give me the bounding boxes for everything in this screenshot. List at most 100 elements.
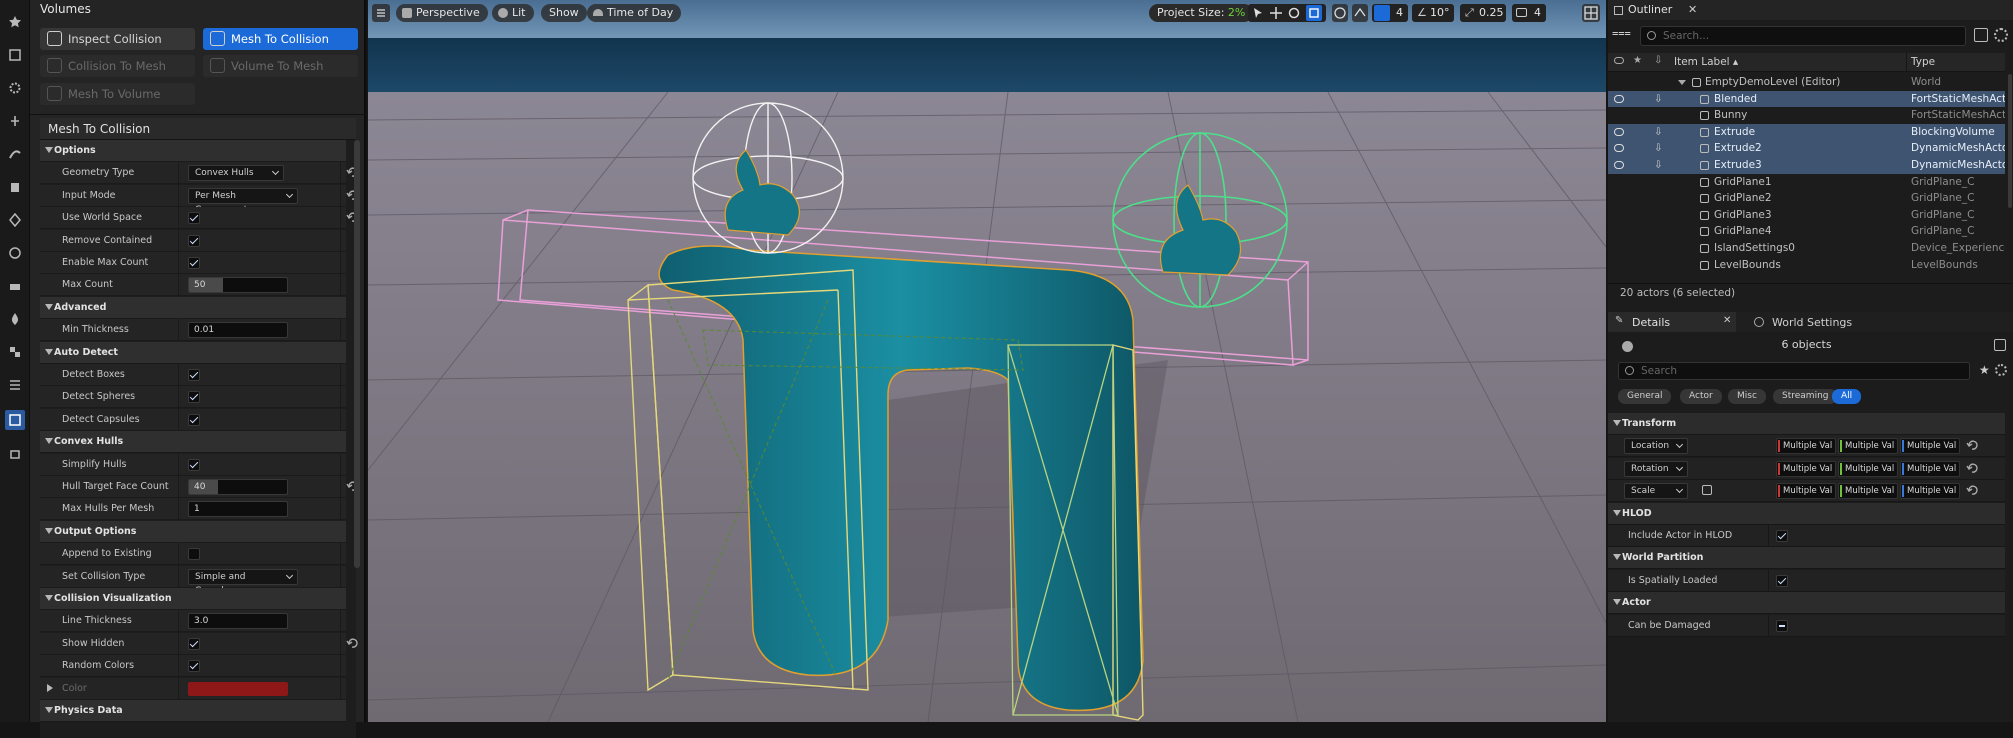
visibility-eye-icon[interactable] [1614,94,1624,103]
expand-arrow-icon[interactable] [45,527,53,534]
baking-icon[interactable] [5,309,25,329]
pin-icon[interactable]: ⇩ [1654,91,1663,108]
shape-icon[interactable] [5,210,25,230]
pin-icon[interactable]: ⇩ [1654,124,1663,141]
tool-button-inspect-collision[interactable]: Inspect Collision [40,28,195,50]
category-output-options[interactable]: Output Options [40,520,346,543]
numeric-input[interactable]: 3.0 [188,613,288,630]
outliner-row[interactable]: GridPlane4 GridPlane_C [1608,223,2005,240]
rotate-icon[interactable] [1288,7,1300,19]
viewport-menu-button[interactable] [372,4,390,22]
numeric-input[interactable]: 50 [188,277,288,294]
reset-to-default-icon[interactable] [1966,462,1979,478]
filter-icon[interactable]: ⩶ [1612,26,1634,42]
modeling-gear-icon[interactable] [5,78,25,98]
checker-icon[interactable] [5,342,25,362]
color-swatch[interactable] [188,681,288,696]
uv-icon[interactable] [5,276,25,296]
expand-arrow-icon[interactable] [1613,554,1621,561]
scale-x-field[interactable]: Multiple Val [1776,483,1836,500]
favorites-icon[interactable]: ★ [1979,363,1990,377]
expand-arrow-icon[interactable] [45,348,53,355]
filter-tab-misc[interactable]: Misc [1728,389,1766,404]
item-label-column[interactable]: Item Label ▴ [1674,56,1738,68]
visibility-eye-icon[interactable] [1614,161,1624,169]
details-row-actor[interactable]: Actor [1608,592,2005,615]
details-row-world-partition[interactable]: World Partition [1608,547,2005,570]
category-collision-visualization[interactable]: Collision Visualization [40,588,346,610]
location-z-field[interactable]: Multiple Val [1900,438,1960,455]
outliner-row[interactable]: GridPlane1 GridPlane_C [1608,174,2005,191]
dropdown[interactable]: Simple and Complex [188,568,298,596]
filter-tab-general[interactable]: General [1618,389,1672,404]
outliner-row[interactable]: GridPlane2 GridPlane_C [1608,190,2005,207]
rotation-y-field[interactable]: Multiple Val [1838,460,1898,477]
expand-arrow-icon[interactable] [1613,509,1621,516]
list-icon[interactable] [5,375,25,395]
dropdown[interactable]: Convex Hulls [188,165,284,182]
tool-button-mesh-to-collision[interactable]: Mesh To Collision [203,28,358,50]
properties-scrollbar[interactable] [354,140,360,568]
grid-snap-control[interactable]: 4 [1372,4,1408,22]
checkbox[interactable] [188,660,200,673]
category-convex-hulls[interactable]: Convex Hulls [40,431,346,454]
show-button[interactable]: Show [541,4,587,22]
checkbox[interactable] [1776,530,1788,542]
checkbox[interactable] [188,458,200,471]
close-outliner-icon[interactable]: ✕ [1688,0,1697,20]
details-row-transform[interactable]: Transform [1608,413,2005,435]
checkbox[interactable] [188,391,200,404]
expand-arrow-icon[interactable] [45,438,53,445]
expand-arrow-icon[interactable] [45,595,53,601]
tool-button-volume-to-mesh[interactable]: Volume To Mesh [203,55,358,77]
expand-arrow-icon[interactable] [1678,80,1686,85]
expand-arrow-icon[interactable] [45,147,53,153]
scale-y-field[interactable]: Multiple Val [1838,483,1898,500]
lod-icon[interactable] [5,443,25,463]
numeric-input[interactable]: 0.01 [188,322,288,339]
scale-mode-dropdown[interactable]: Scale [1624,483,1688,500]
details-settings-icon[interactable] [1995,364,2007,376]
outliner-row[interactable]: ⇩ Blended FortStaticMeshActor [1608,90,2005,108]
mesh-icon[interactable] [5,177,25,197]
visibility-eye-icon[interactable] [1614,127,1624,136]
select-mode-icon[interactable] [5,45,25,65]
checkbox[interactable] [1776,619,1788,632]
details-tab[interactable]: ✎ Details ✕ [1608,312,1736,332]
collapse-arrow-icon[interactable] [47,683,53,692]
expand-arrow-icon[interactable] [45,707,53,713]
category-options[interactable]: Options [40,140,346,162]
volumes-mode-icon[interactable] [5,410,25,430]
reset-to-default-icon[interactable] [1966,439,1979,455]
add-folder-icon[interactable] [1974,28,1988,42]
scale-icon[interactable] [1306,5,1322,21]
reset-to-default-icon[interactable] [1966,484,1979,500]
outliner-row[interactable]: EmptyDemoLevel (Editor) World [1608,74,2005,91]
location-mode-dropdown[interactable]: Location [1624,438,1688,455]
project-size-indicator[interactable]: Project Size: 2% [1149,4,1254,22]
outliner-settings-icon[interactable] [1994,28,2008,42]
tool-button-collision-to-mesh[interactable]: Collision To Mesh [40,55,195,77]
filter-tab-actor[interactable]: Actor [1680,389,1722,404]
surface-snap-icon[interactable] [1352,4,1368,22]
visibility-eye-icon[interactable] [1614,144,1624,153]
rotation-z-field[interactable]: Multiple Val [1900,460,1960,477]
checkbox[interactable] [1776,574,1788,587]
scale-z-field[interactable]: Multiple Val [1900,483,1960,500]
category-physics-data[interactable]: Physics Data [40,700,346,722]
details-row-hlod[interactable]: HLOD [1608,502,2005,525]
expand-arrow-icon[interactable] [1613,599,1621,606]
expand-arrow-icon[interactable] [1613,420,1621,426]
tool-button-mesh-to-volume[interactable]: Mesh To Volume [40,83,195,105]
select-cursor-icon[interactable] [1252,7,1264,19]
world-settings-tab[interactable]: World Settings [1748,312,1868,332]
lit-button[interactable]: Lit [492,4,534,22]
outliner-row[interactable]: LevelBounds LevelBounds [1608,257,2005,274]
location-y-field[interactable]: Multiple Val [1838,438,1898,455]
outliner-scrollbar[interactable] [2008,74,2012,208]
checkbox[interactable] [188,212,200,225]
checkbox[interactable] [188,637,200,650]
translate-icon[interactable] [1270,7,1282,19]
scale-snap-control[interactable]: ⤢ 0.25 [1460,4,1506,22]
camera-speed-control[interactable]: 4 [1512,4,1546,22]
